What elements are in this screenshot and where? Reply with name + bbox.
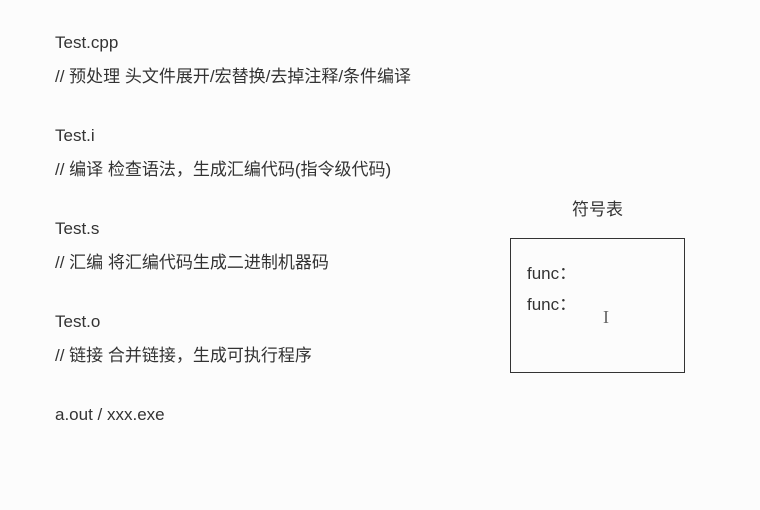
stage-comment: // 预处理 头文件展开/宏替换/去掉注释/条件编译	[55, 64, 760, 90]
symbol-table: 符号表 func： func： I	[510, 195, 685, 373]
stage-filename: Test.i	[55, 123, 760, 149]
symbol-table-box: func： func： I	[510, 238, 685, 373]
stage-filename: a.out / xxx.exe	[55, 402, 760, 428]
stage-block: Test.cpp // 预处理 头文件展开/宏替换/去掉注释/条件编译	[55, 30, 760, 89]
stage-block: a.out / xxx.exe	[55, 402, 760, 428]
stage-comment: // 编译 检查语法，生成汇编代码(指令级代码)	[55, 157, 760, 183]
symbol-entry: func：	[527, 290, 668, 321]
stage-block: Test.i // 编译 检查语法，生成汇编代码(指令级代码)	[55, 123, 760, 182]
symbol-table-title: 符号表	[510, 195, 685, 220]
text-cursor-icon: I	[603, 301, 609, 333]
symbol-entry: func：	[527, 259, 668, 290]
stage-filename: Test.cpp	[55, 30, 760, 56]
